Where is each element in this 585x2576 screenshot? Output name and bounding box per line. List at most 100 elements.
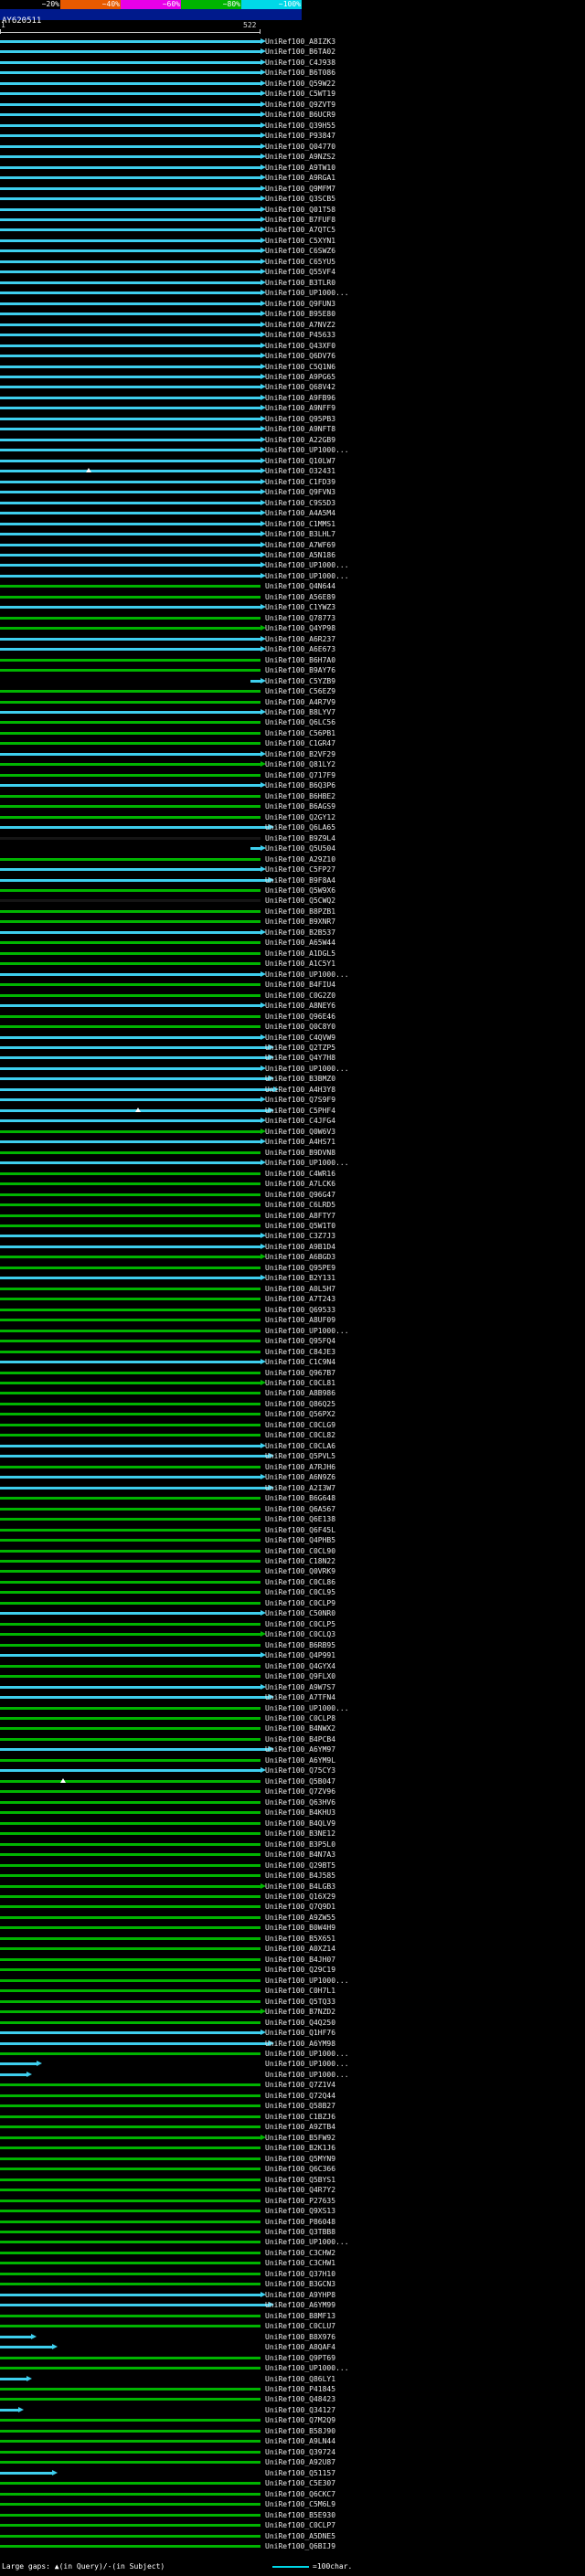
hit-label[interactable]: UniRef100_Q95FQ4 xyxy=(265,1337,335,1346)
hit-bar[interactable] xyxy=(0,1507,261,1511)
hit-bar[interactable] xyxy=(0,1622,261,1626)
hit-bar[interactable] xyxy=(0,1591,261,1595)
hit-label[interactable]: UniRef100_A7QTC5 xyxy=(265,226,335,235)
hit-bar[interactable] xyxy=(0,292,261,295)
hit-bar[interactable] xyxy=(0,993,261,997)
hit-bar[interactable] xyxy=(0,1235,261,1238)
hit-bar[interactable] xyxy=(0,1004,261,1008)
hit-label[interactable]: UniRef100_C84JE3 xyxy=(265,1348,335,1357)
hit-bar[interactable] xyxy=(0,1580,261,1584)
hit-bar[interactable] xyxy=(0,2241,261,2244)
hit-label[interactable]: UniRef100_B4NWX2 xyxy=(265,1724,335,1733)
hit-bar[interactable] xyxy=(0,752,261,756)
hit-bar[interactable] xyxy=(0,2388,261,2390)
hit-bar[interactable] xyxy=(0,1224,261,1227)
hit-bar[interactable] xyxy=(0,123,261,127)
hit-bar[interactable] xyxy=(0,1066,261,1070)
hit-label[interactable]: UniRef100_Q4GYX4 xyxy=(265,1662,335,1671)
hit-bar[interactable] xyxy=(0,1340,261,1343)
hit-bar[interactable] xyxy=(0,1989,261,1993)
hit-bar[interactable] xyxy=(0,334,261,337)
hit-label[interactable]: UniRef100_Q717F9 xyxy=(265,771,335,780)
hit-label[interactable]: UniRef100_A2I3W7 xyxy=(265,1484,335,1493)
hit-label[interactable]: UniRef100_Q5W9X6 xyxy=(265,886,335,896)
hit-bar[interactable] xyxy=(0,868,261,872)
hit-label[interactable]: UniRef100_C4WR16 xyxy=(265,1170,335,1179)
hit-label[interactable]: UniRef100_B4J585 xyxy=(265,1871,335,1881)
hit-bar[interactable] xyxy=(0,323,261,326)
hit-bar[interactable] xyxy=(0,1968,261,1972)
hit-label[interactable]: UniRef100_B4PCB4 xyxy=(265,1735,335,1744)
hit-label[interactable]: UniRef100_O32431 xyxy=(265,467,335,476)
hit-label[interactable]: UniRef100_Q4R7Y2 xyxy=(265,2186,335,2195)
hit-bar[interactable] xyxy=(0,564,261,567)
hit-bar[interactable] xyxy=(0,1559,261,1563)
hit-label[interactable]: UniRef100_Q63HV6 xyxy=(265,1798,335,1807)
hit-label[interactable]: UniRef100_C4J938 xyxy=(265,58,335,68)
hit-bar[interactable] xyxy=(0,2545,261,2549)
hit-label[interactable]: UniRef100_Q59W22 xyxy=(265,80,335,89)
hit-bar[interactable] xyxy=(0,616,261,620)
hit-label[interactable]: UniRef100_C0CLQ3 xyxy=(265,1630,335,1639)
hit-bar[interactable] xyxy=(0,1455,269,1458)
hit-label[interactable]: UniRef100_Q9PT69 xyxy=(265,2354,335,2363)
hit-label[interactable]: UniRef100_A7T243 xyxy=(265,1295,335,1304)
hit-bar[interactable] xyxy=(0,1465,261,1468)
hit-label[interactable]: UniRef100_UP1000... xyxy=(265,289,349,298)
hit-label[interactable]: UniRef100_Q96E46 xyxy=(265,1012,335,1022)
hit-bar[interactable] xyxy=(0,1737,261,1741)
hit-label[interactable]: UniRef100_Q72Q44 xyxy=(265,2092,335,2101)
hit-bar[interactable] xyxy=(0,2010,261,2014)
hit-bar[interactable] xyxy=(0,2031,261,2035)
hit-bar[interactable] xyxy=(0,805,261,809)
hit-bar[interactable] xyxy=(0,627,261,631)
hit-bar[interactable] xyxy=(0,1811,261,1815)
hit-label[interactable]: UniRef100_C18N22 xyxy=(265,1557,335,1566)
hit-bar[interactable] xyxy=(0,2178,261,2181)
hit-label[interactable]: UniRef100_B2Y131 xyxy=(265,1274,335,1283)
hit-label[interactable]: UniRef100_C0CL95 xyxy=(265,1588,335,1597)
hit-bar[interactable] xyxy=(0,1098,261,1102)
hit-bar[interactable] xyxy=(0,2094,261,2097)
hit-label[interactable]: UniRef100_C0CL90 xyxy=(265,1547,335,1556)
hit-label[interactable]: UniRef100_A6E673 xyxy=(265,645,335,654)
hit-label[interactable]: UniRef100_UP1000... xyxy=(265,1065,349,1074)
hit-bar[interactable] xyxy=(0,228,261,232)
hit-bar[interactable] xyxy=(0,2041,269,2045)
hit-label[interactable]: UniRef100_P93847 xyxy=(265,132,335,141)
hit-label[interactable]: UniRef100_Q4Y7H8 xyxy=(265,1054,335,1063)
hit-bar[interactable] xyxy=(0,794,261,798)
hit-bar[interactable] xyxy=(0,2272,261,2275)
hit-bar[interactable] xyxy=(0,1046,269,1049)
hit-bar[interactable] xyxy=(0,1539,261,1542)
hit-bar[interactable] xyxy=(0,1298,261,1301)
hit-label[interactable]: UniRef100_A6N9Z6 xyxy=(265,1473,335,1482)
hit-bar[interactable] xyxy=(0,2072,27,2076)
hit-bar[interactable] xyxy=(0,260,261,263)
hit-label[interactable]: UniRef100_Q9FUN3 xyxy=(265,300,335,309)
hit-label[interactable]: UniRef100_C0CLP7 xyxy=(265,2521,335,2530)
hit-bar[interactable] xyxy=(0,1413,261,1416)
hit-bar[interactable] xyxy=(0,1319,261,1322)
hit-label[interactable]: UniRef100_Q9XS13 xyxy=(265,2207,335,2216)
hit-bar[interactable] xyxy=(0,711,261,714)
hit-bar[interactable] xyxy=(0,2314,261,2317)
hit-label[interactable]: UniRef100_C1GR47 xyxy=(265,739,335,748)
hit-bar[interactable] xyxy=(0,1444,261,1447)
hit-bar[interactable] xyxy=(0,438,261,441)
hit-label[interactable]: UniRef100_A8FTY7 xyxy=(265,1212,335,1221)
hit-label[interactable]: UniRef100_C0CL82 xyxy=(265,1431,335,1440)
hit-bar[interactable] xyxy=(0,2262,261,2265)
hit-bar[interactable] xyxy=(0,344,261,347)
hit-label[interactable]: UniRef100_Q4PHB5 xyxy=(265,1536,335,1545)
hit-label[interactable]: UniRef100_Q5PVL5 xyxy=(265,1452,335,1461)
hit-label[interactable]: UniRef100_Q04770 xyxy=(265,143,335,152)
hit-bar[interactable] xyxy=(0,480,261,483)
hit-label[interactable]: UniRef100_UP1000... xyxy=(265,2364,349,2373)
hit-bar[interactable] xyxy=(0,1518,261,1521)
hit-bar[interactable] xyxy=(0,1779,261,1783)
hit-label[interactable]: UniRef100_UP1000... xyxy=(265,1977,349,1986)
hit-label[interactable]: UniRef100_C0CLU7 xyxy=(265,2322,335,2331)
hit-label[interactable]: UniRef100_Q6F45L xyxy=(265,1526,335,1535)
hit-label[interactable]: UniRef100_C0CL81 xyxy=(265,1379,335,1388)
